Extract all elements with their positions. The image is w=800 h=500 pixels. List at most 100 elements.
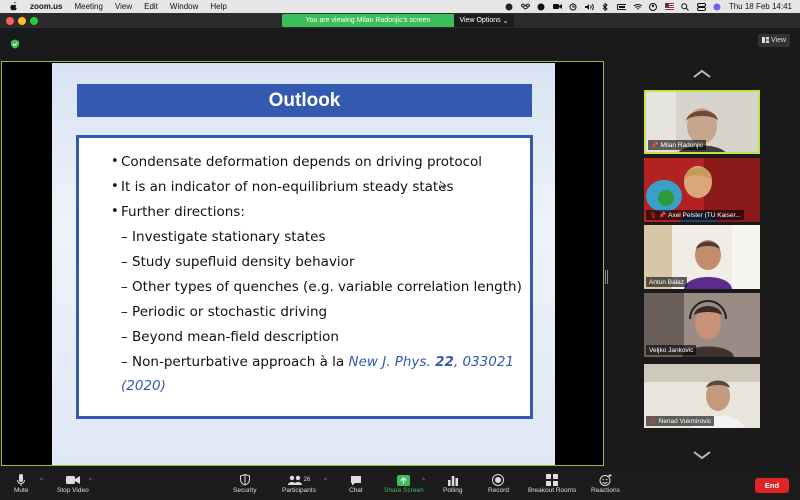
sub-item: – Study supefluid density behavior [121, 254, 355, 270]
minimize-window-button[interactable] [18, 17, 26, 25]
bullet-dot: • [111, 179, 119, 194]
mute-button[interactable]: Mute [14, 473, 28, 494]
time-machine-icon[interactable] [569, 3, 578, 11]
dropbox-icon[interactable] [520, 2, 530, 11]
security-label: Security [233, 487, 257, 494]
menu-clock[interactable]: Thu 18 Feb 14:41 [729, 2, 792, 11]
stop-video-label: Stop Video [57, 487, 89, 494]
participant-name-tag: 📌 Milan Radonjic [648, 140, 707, 150]
camera-icon[interactable] [552, 3, 562, 11]
encryption-shield-icon[interactable] [10, 36, 20, 49]
reactions-label: Reactions [591, 487, 620, 494]
participants-label: Participants [282, 487, 316, 494]
reference-year: (2020) [121, 378, 166, 394]
pin-icon: 📌 [651, 142, 659, 149]
window-titlebar: You are viewing Milan Radonjic's screen … [0, 13, 800, 28]
breakout-rooms-icon [546, 473, 559, 487]
participant-name-tag: 🎙 📌 Axel Pelster (TU Kaiser... [646, 210, 744, 220]
bar-chart-icon [447, 473, 458, 487]
reference-journal: New J. Phys. [348, 354, 431, 370]
menu-bar: zoom.us Meeting View Edit Window Help Th… [0, 0, 800, 13]
chevron-down-icon[interactable] [692, 450, 712, 460]
chevron-up-icon[interactable] [692, 69, 712, 79]
sub-item: – Other types of quenches (e.g. variable… [121, 279, 522, 295]
participant-name: Veljko Jankovic [649, 346, 694, 354]
participant-name: Milan Radonjic [660, 141, 704, 149]
volume-icon[interactable] [584, 3, 594, 11]
chevron-up-icon[interactable]: ^ [40, 478, 43, 484]
stop-video-button[interactable]: Stop Video [57, 473, 89, 494]
grid-icon [761, 36, 769, 45]
user-switch-icon[interactable] [649, 2, 658, 11]
microphone-icon [17, 473, 26, 487]
chat-button[interactable]: Chat [349, 473, 363, 494]
breakout-rooms-button[interactable]: Breakout Rooms [528, 473, 576, 494]
bullet-dot: • [111, 204, 119, 219]
bullet-text: It is an indicator of non-equilibrium st… [121, 179, 454, 195]
view-layout-button[interactable]: View [758, 34, 790, 47]
chevron-up-icon[interactable]: ^ [324, 478, 327, 484]
menu-window[interactable]: Window [170, 2, 198, 11]
polling-button[interactable]: Polling [443, 473, 463, 494]
status-dot-icon[interactable] [505, 3, 514, 11]
wifi-icon[interactable] [633, 3, 642, 11]
chat-bubble-icon [350, 473, 362, 487]
slide-content-box: • Condensate deformation depends on driv… [76, 135, 533, 419]
security-button[interactable]: Security [233, 473, 256, 494]
sub-item-text: – Non-perturbative approach à la [121, 354, 349, 370]
view-options-label: View Options [459, 17, 501, 24]
spotlight-search-icon[interactable] [681, 2, 690, 11]
share-screen-button[interactable]: Share Screen [384, 473, 424, 494]
smiley-plus-icon [599, 473, 612, 487]
zoom-window-button[interactable] [30, 17, 38, 25]
shield-icon [239, 473, 250, 487]
chat-label: Chat [349, 487, 363, 494]
viewing-screen-banner: You are viewing Milan Radonjic's screen [282, 14, 454, 27]
sub-item: – Beyond mean-field description [121, 329, 339, 345]
flag-icon[interactable] [664, 3, 674, 11]
bullet-text: Condensate deformation depends on drivin… [121, 154, 483, 170]
mouse-cursor-icon [440, 181, 446, 189]
participant-tile[interactable]: 🎙 Nenad Vukmirovic [644, 364, 760, 428]
participant-tile[interactable]: Antun Balaz [644, 225, 760, 289]
menu-app-name[interactable]: zoom.us [30, 2, 62, 11]
skype-icon[interactable] [537, 3, 546, 11]
reactions-button[interactable]: Reactions [591, 473, 620, 494]
siri-icon[interactable] [713, 3, 722, 11]
participant-tile[interactable]: 📌 Milan Radonjic [644, 90, 760, 154]
reference-pages: , 033021 [453, 354, 515, 370]
share-screen-icon [397, 473, 411, 487]
bullet-text: Further directions: [121, 204, 245, 220]
close-window-button[interactable] [6, 17, 14, 25]
chevron-up-icon[interactable]: ^ [422, 478, 425, 484]
battery-icon[interactable] [616, 3, 626, 11]
menu-edit[interactable]: Edit [144, 2, 158, 11]
meeting-toolbar: Mute ^ Stop Video ^ Security 26 Particip… [0, 470, 800, 500]
participant-tile[interactable]: Veljko Jankovic [644, 293, 760, 357]
menu-meeting[interactable]: Meeting [74, 2, 102, 11]
participant-tile[interactable]: 🎙 📌 Axel Pelster (TU Kaiser... [644, 158, 760, 222]
share-screen-label: Share Screen [384, 487, 424, 494]
menu-view[interactable]: View [115, 2, 132, 11]
end-meeting-button[interactable]: End [755, 478, 789, 493]
record-button[interactable]: Record [488, 473, 509, 494]
bullet-dot: • [111, 154, 119, 169]
apple-icon[interactable] [10, 2, 20, 12]
participant-name-tag: Veljko Jankovic [646, 345, 697, 355]
menu-help[interactable]: Help [210, 2, 226, 11]
participants-button[interactable]: 26 Participants [282, 473, 316, 494]
slide-title: Outlook [77, 84, 532, 117]
polling-label: Polling [443, 487, 463, 494]
pin-icon: 📌 [658, 212, 667, 219]
sub-item: – Periodic or stochastic driving [121, 304, 328, 320]
control-center-icon[interactable] [696, 2, 706, 11]
sub-item-reference: – Non-perturbative approach à la New J. … [121, 354, 514, 370]
shared-screen[interactable]: Outlook • Condensate deformation depends… [1, 61, 604, 466]
view-options-button[interactable]: View Options ⌄ [454, 14, 514, 27]
chevron-up-icon[interactable]: ^ [89, 478, 92, 484]
mute-label: Mute [14, 487, 29, 494]
mic-muted-icon: 🎙 [649, 418, 657, 425]
menu-bar-status: Thu 18 Feb 14:41 [505, 0, 792, 13]
resize-handle[interactable] [605, 270, 608, 284]
bluetooth-icon[interactable] [601, 2, 610, 11]
